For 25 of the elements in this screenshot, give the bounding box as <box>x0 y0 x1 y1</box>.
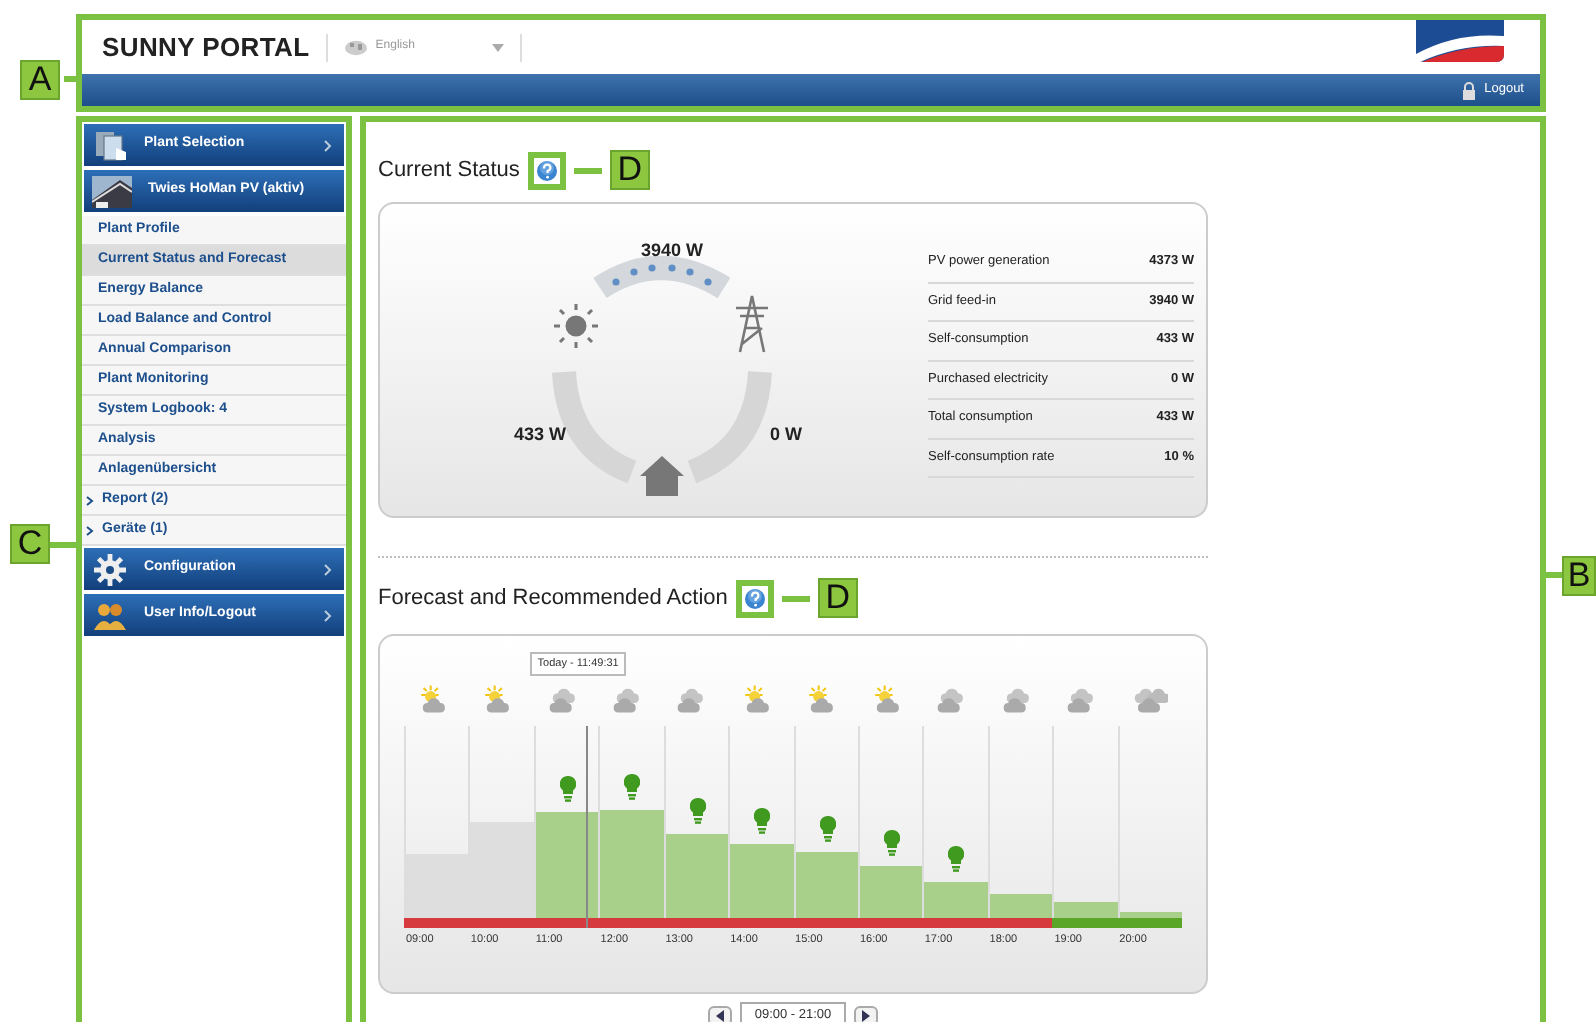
section-title: Current Status <box>378 155 520 186</box>
next-button[interactable] <box>853 1005 878 1022</box>
cloud-icon <box>1130 684 1169 714</box>
callout-label: B <box>1562 556 1596 596</box>
portal-logo-text: SUNNY PORTAL <box>102 29 310 66</box>
chevron-icon <box>324 139 332 151</box>
solar-panel-icon <box>92 127 128 163</box>
grid-feed-in-value: 3940 W <box>640 240 704 260</box>
callout-label: D <box>817 578 858 618</box>
callout-label: C <box>10 524 50 564</box>
globe-icon <box>343 39 368 55</box>
chevron-icon <box>324 563 332 575</box>
help-icon <box>743 587 766 609</box>
section-title: Forecast and Recommended Action <box>378 583 728 614</box>
callout-label: D <box>609 150 650 190</box>
callout-label: A <box>20 60 60 100</box>
chevron-icon <box>324 609 332 621</box>
lock-icon <box>1462 81 1477 99</box>
help-icon <box>535 159 558 181</box>
self-consumption-value: 433 W <box>514 424 566 444</box>
gear-icon <box>92 551 128 587</box>
caret-icon <box>491 43 504 51</box>
logo <box>1416 20 1504 62</box>
previous-button[interactable] <box>708 1005 733 1022</box>
purchased-value: 0 W <box>770 424 802 444</box>
